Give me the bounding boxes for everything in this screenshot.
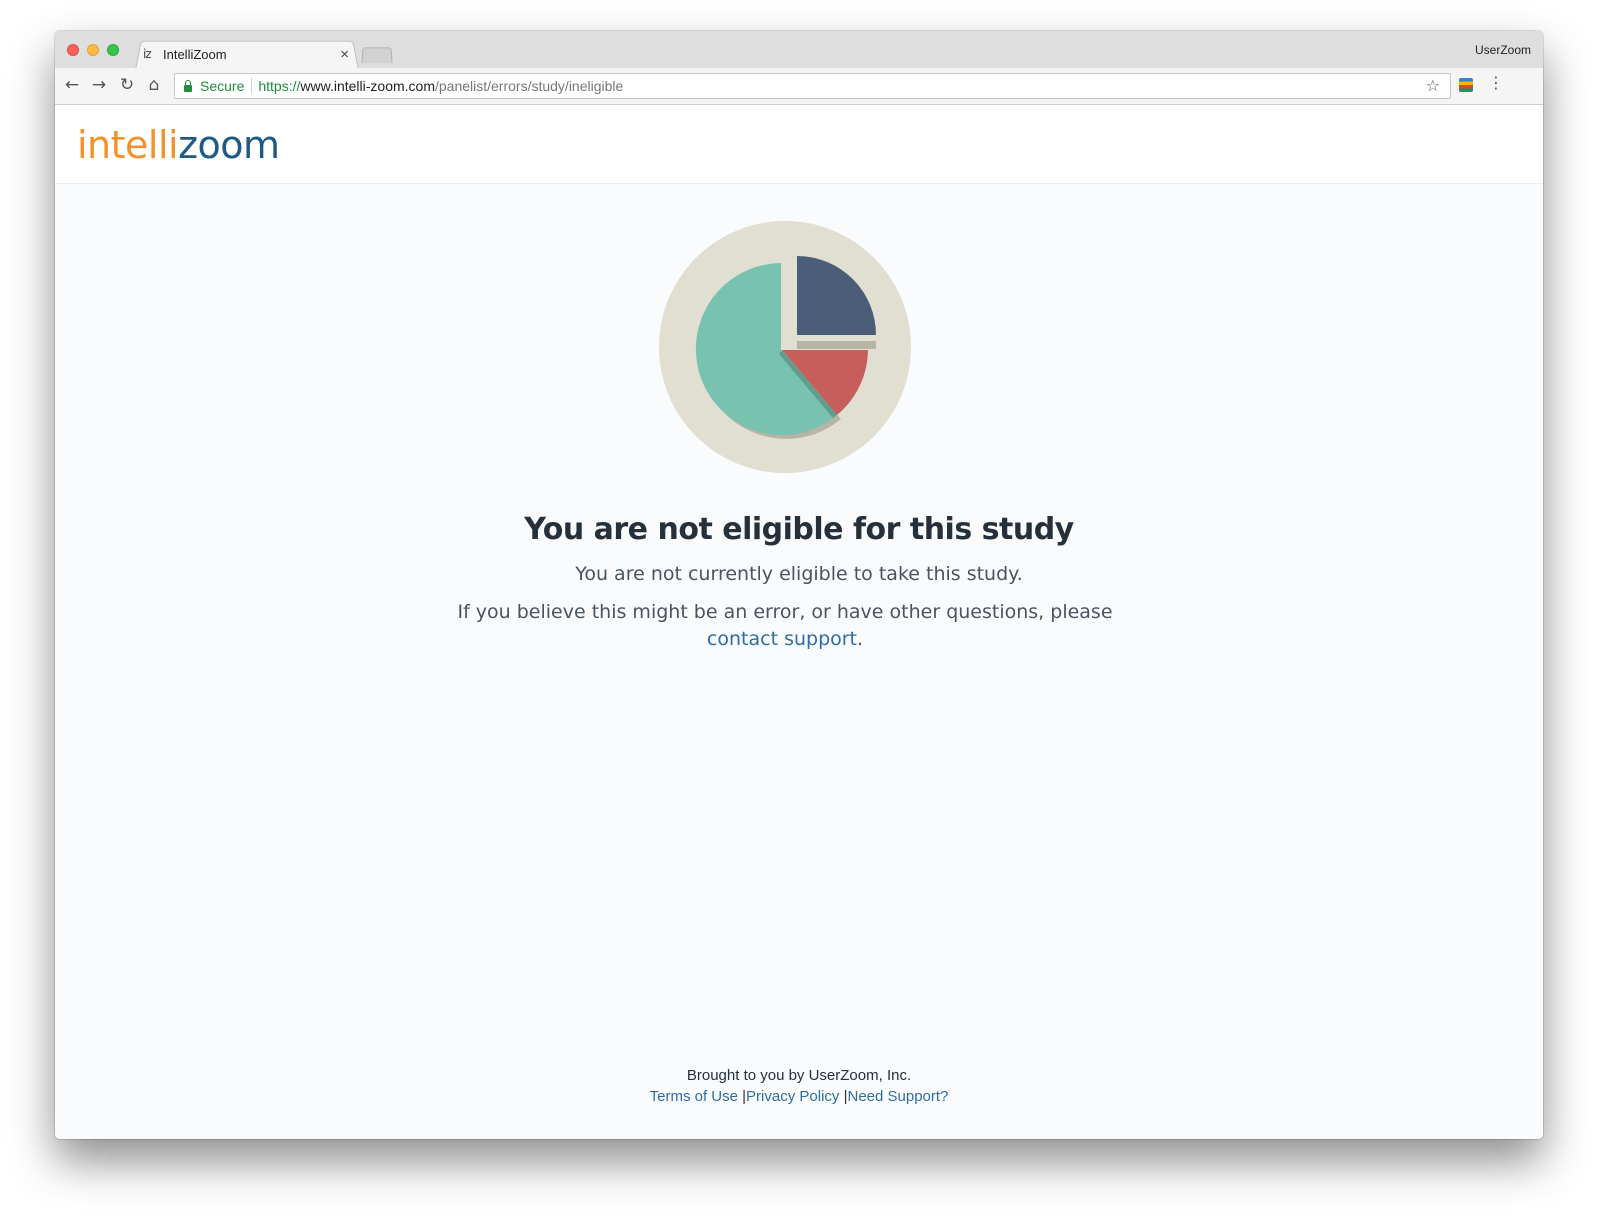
browser-window: iz IntelliZoom × UserZoom ← → ↻ ⌂ Secure…	[55, 31, 1543, 1139]
ineligible-message: You are not currently eligible to take t…	[575, 563, 1023, 585]
help-message-suffix: .	[857, 628, 864, 650]
minimize-window-button[interactable]	[87, 44, 99, 56]
tab-intellizoom[interactable]: iz IntelliZoom ×	[143, 39, 353, 69]
forward-arrow-icon[interactable]: →	[88, 74, 110, 96]
logo-text-intelli: intelli	[77, 123, 179, 167]
url-host: www.intelli-zoom.com	[300, 78, 435, 94]
secure-label: Secure	[200, 78, 245, 94]
url-scheme: https://	[258, 78, 301, 94]
close-window-button[interactable]	[67, 44, 79, 56]
tab-close-icon[interactable]: ×	[340, 46, 349, 63]
reload-icon[interactable]: ↻	[116, 74, 138, 96]
back-arrow-icon[interactable]: ←	[61, 74, 83, 96]
need-support-link[interactable]: Need Support?	[847, 1088, 948, 1105]
lock-icon	[184, 79, 192, 92]
home-icon[interactable]: ⌂	[143, 74, 165, 96]
site-header: intellizoom	[55, 105, 1543, 184]
extension-icon[interactable]	[1459, 78, 1473, 92]
logo-text-zoom: zoom	[178, 123, 280, 167]
contact-support-link[interactable]: contact support	[707, 628, 857, 650]
profile-name[interactable]: UserZoom	[1475, 43, 1531, 57]
url-path: /panelist/errors/study/ineligible	[434, 78, 624, 94]
omnibox-divider	[251, 78, 253, 94]
tab-title: IntelliZoom	[163, 46, 227, 62]
site-footer: Brought to you by UserZoom, Inc. Terms o…	[55, 1065, 1543, 1107]
footer-links: Terms of Use |Privacy Policy |Need Suppo…	[55, 1086, 1543, 1107]
terms-of-use-link[interactable]: Terms of Use	[650, 1088, 738, 1105]
intellizoom-logo[interactable]: intellizoom	[77, 123, 280, 167]
favicon-icon: iz	[143, 47, 152, 61]
browser-menu-icon[interactable]: ⋮	[1488, 75, 1504, 91]
privacy-policy-link[interactable]: Privacy Policy	[746, 1088, 839, 1105]
help-message: If you believe this might be an error, o…	[445, 599, 1125, 653]
footer-credit: Brought to you by UserZoom, Inc.	[686, 1067, 912, 1084]
tab-strip: iz IntelliZoom × UserZoom	[55, 31, 1543, 70]
maximize-window-button[interactable]	[107, 44, 119, 56]
bookmark-star-icon[interactable]: ☆	[1426, 76, 1440, 95]
main-content: You are not eligible for this study You …	[55, 184, 1543, 1139]
new-tab-button[interactable]	[361, 47, 393, 64]
help-message-prefix: If you believe this might be an error, o…	[457, 601, 1113, 623]
pie-chart-icon	[659, 221, 911, 473]
browser-toolbar: ← → ↻ ⌂ Secure https://www.intelli-zoom.…	[55, 68, 1543, 105]
address-bar[interactable]: Secure https://www.intelli-zoom.com/pane…	[174, 73, 1451, 99]
page-title: You are not eligible for this study	[524, 512, 1074, 547]
